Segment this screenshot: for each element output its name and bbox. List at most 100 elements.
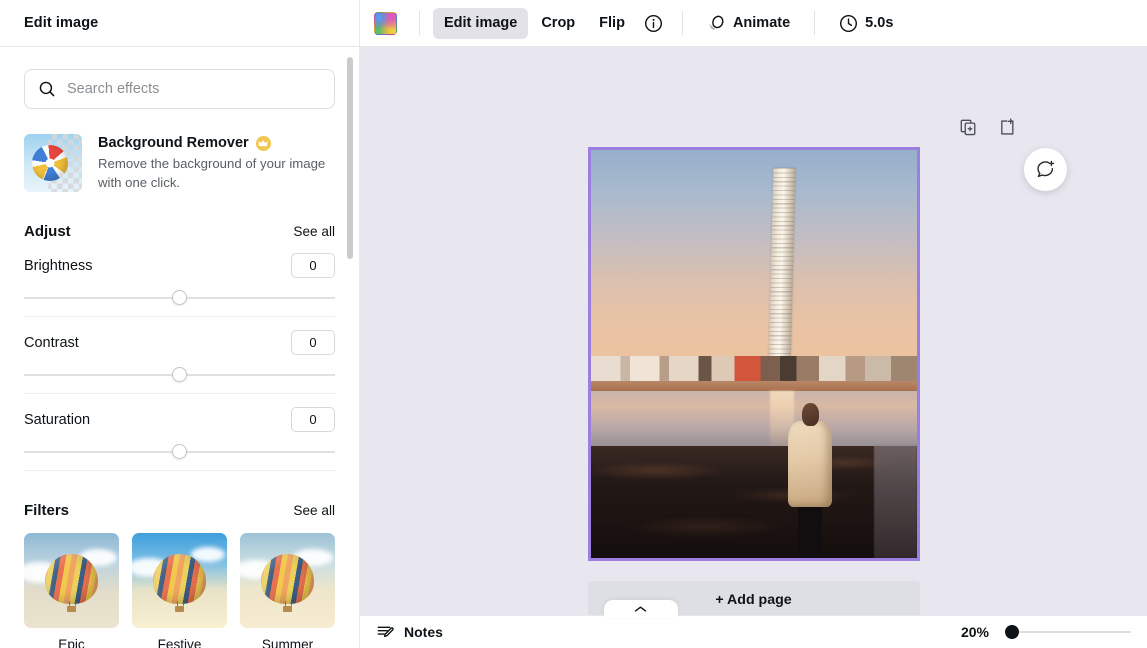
adjust-row-brightness: Brightness 0 bbox=[24, 253, 335, 317]
zoom-level-label[interactable]: 20% bbox=[961, 624, 989, 640]
adjust-title: Adjust bbox=[24, 223, 71, 240]
background-remover-text: Background Remover Remove the background… bbox=[98, 134, 330, 192]
animate-button[interactable]: Animate bbox=[696, 8, 801, 39]
sidebar-scrollbar[interactable] bbox=[347, 57, 353, 259]
zoom-knob[interactable] bbox=[1005, 625, 1019, 639]
page-title: Edit image bbox=[24, 15, 98, 31]
adjust-see-all[interactable]: See all bbox=[293, 224, 335, 239]
brightness-row-top: Brightness 0 bbox=[24, 253, 335, 278]
background-remover-title: Background Remover bbox=[98, 135, 249, 151]
shore-region bbox=[591, 446, 917, 558]
water-region bbox=[591, 391, 917, 452]
page-container: + Add page bbox=[588, 147, 920, 619]
duration-button[interactable]: 5.0s bbox=[828, 8, 904, 39]
notes-icon bbox=[376, 623, 395, 642]
notes-label: Notes bbox=[404, 624, 443, 640]
photo-image[interactable] bbox=[591, 150, 917, 558]
saturation-value[interactable]: 0 bbox=[291, 407, 335, 432]
toolbar-divider bbox=[419, 11, 420, 35]
add-page-icon[interactable] bbox=[998, 117, 1018, 137]
add-comment-button[interactable] bbox=[1024, 148, 1067, 191]
divider bbox=[24, 393, 335, 394]
notes-button[interactable]: Notes bbox=[376, 623, 443, 642]
info-icon[interactable] bbox=[638, 8, 669, 39]
balloon-basket-shape bbox=[283, 606, 292, 613]
contrast-label: Contrast bbox=[24, 335, 79, 351]
saturation-slider[interactable] bbox=[24, 441, 335, 463]
adjust-row-saturation: Saturation 0 bbox=[24, 407, 335, 471]
editor-body: Background Remover Remove the background… bbox=[0, 47, 1147, 648]
water-right-region bbox=[874, 444, 916, 558]
adjust-row-contrast: Contrast 0 bbox=[24, 330, 335, 394]
brightness-knob[interactable] bbox=[172, 290, 187, 305]
saturation-row-top: Saturation 0 bbox=[24, 407, 335, 432]
bottom-status-bar: Notes 20% bbox=[360, 615, 1147, 648]
chevron-up-icon bbox=[634, 605, 647, 614]
brightness-slider[interactable] bbox=[24, 287, 335, 309]
sky-region bbox=[591, 150, 917, 387]
brightness-label: Brightness bbox=[24, 258, 93, 274]
contrast-row-top: Contrast 0 bbox=[24, 330, 335, 355]
add-comment-icon bbox=[1035, 159, 1056, 180]
filters-section-header: Filters See all bbox=[24, 502, 335, 519]
image-thumbnail-icon[interactable] bbox=[374, 12, 397, 35]
background-remover-description: Remove the background of your image with… bbox=[98, 155, 330, 192]
divider bbox=[24, 316, 335, 317]
background-remover-thumbnail bbox=[24, 134, 82, 192]
design-canvas[interactable]: + Add page bbox=[360, 47, 1147, 648]
filter-thumbnail bbox=[24, 533, 119, 628]
sidebar-content: Background Remover Remove the background… bbox=[0, 47, 359, 648]
top-toolbar: Edit image Edit image Crop Flip bbox=[0, 0, 1147, 47]
hot-air-balloon-shape bbox=[261, 554, 314, 603]
filter-thumbnail bbox=[240, 533, 335, 628]
brightness-value[interactable]: 0 bbox=[291, 253, 335, 278]
tab-flip[interactable]: Flip bbox=[588, 8, 636, 39]
collapse-panel-handle[interactable] bbox=[604, 600, 678, 618]
beach-ball-icon bbox=[32, 145, 68, 181]
adjust-section-header: Adjust See all bbox=[24, 223, 335, 240]
filter-item-festive[interactable]: Festive bbox=[132, 533, 227, 648]
search-icon bbox=[38, 80, 56, 98]
toolbar-divider-2 bbox=[682, 11, 683, 35]
contrast-value[interactable]: 0 bbox=[291, 330, 335, 355]
person-legs bbox=[798, 499, 822, 558]
image-toolbar: Edit image Crop Flip bbox=[360, 0, 1147, 46]
background-remover-card[interactable]: Background Remover Remove the background… bbox=[24, 134, 335, 192]
selected-page-frame[interactable] bbox=[588, 147, 920, 561]
search-input[interactable] bbox=[67, 81, 321, 97]
filter-label: Summer bbox=[240, 637, 335, 648]
saturation-knob[interactable] bbox=[172, 444, 187, 459]
hot-air-balloon-shape bbox=[153, 554, 206, 603]
tab-crop[interactable]: Crop bbox=[530, 8, 586, 39]
filter-label: Festive bbox=[132, 637, 227, 648]
filters-see-all[interactable]: See all bbox=[293, 503, 335, 518]
divider bbox=[24, 470, 335, 471]
clock-icon bbox=[839, 14, 858, 33]
tab-edit-image[interactable]: Edit image bbox=[433, 8, 528, 39]
city-skyline bbox=[591, 356, 917, 391]
filters-grid: Epic Festive bbox=[24, 533, 335, 648]
filters-title: Filters bbox=[24, 502, 69, 519]
filter-label: Epic bbox=[24, 637, 119, 648]
duplicate-page-icon[interactable] bbox=[959, 117, 979, 137]
balloon-basket-shape bbox=[67, 606, 76, 613]
hot-air-balloon-shape bbox=[45, 554, 98, 603]
zoom-slider[interactable] bbox=[1005, 624, 1131, 640]
saturation-label: Saturation bbox=[24, 412, 90, 428]
filter-thumbnail bbox=[132, 533, 227, 628]
duration-label: 5.0s bbox=[865, 15, 893, 31]
toolbar-divider-3 bbox=[814, 11, 815, 35]
panel-header: Edit image bbox=[0, 0, 360, 46]
filter-item-epic[interactable]: Epic bbox=[24, 533, 119, 648]
page-tools bbox=[959, 117, 1018, 137]
background-remover-title-row: Background Remover bbox=[98, 135, 330, 151]
contrast-slider[interactable] bbox=[24, 364, 335, 386]
canva-editor-window: Edit image Edit image Crop Flip bbox=[0, 0, 1147, 648]
search-effects-box[interactable] bbox=[24, 69, 335, 109]
person-jacket bbox=[788, 421, 832, 507]
contrast-knob[interactable] bbox=[172, 367, 187, 382]
filter-item-summer[interactable]: Summer bbox=[240, 533, 335, 648]
zoom-track bbox=[1005, 631, 1131, 633]
crown-icon bbox=[256, 136, 271, 151]
person-head bbox=[802, 403, 820, 426]
